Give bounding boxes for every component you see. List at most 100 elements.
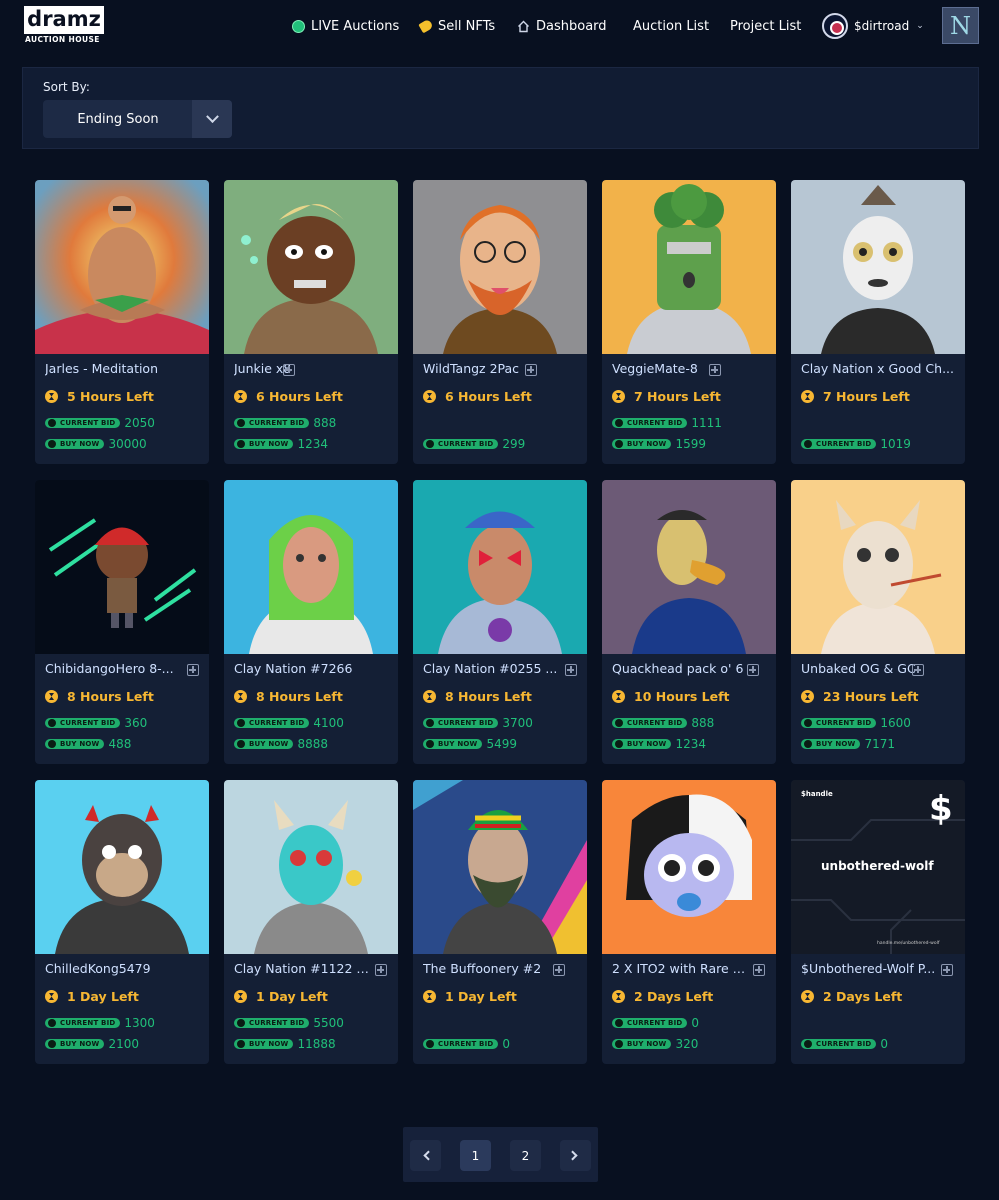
time-left: 23 Hours Left bbox=[801, 689, 919, 704]
page-2-button[interactable]: 2 bbox=[510, 1140, 541, 1171]
wallet-app-button[interactable]: N bbox=[942, 7, 979, 44]
time-left-text: 6 Hours Left bbox=[256, 389, 343, 404]
nav-dashboard[interactable]: Dashboard bbox=[517, 16, 607, 36]
card-title[interactable]: VeggieMate-8 bbox=[612, 361, 752, 376]
auction-card[interactable]: $handle $ unbothered-wolf handle.me/unbothe… bbox=[791, 780, 965, 1064]
prev-page-button[interactable] bbox=[410, 1140, 441, 1171]
buy-now-badge[interactable]: BUY NOW bbox=[423, 739, 483, 749]
card-title[interactable]: ChibidangoHero 8-... bbox=[45, 661, 185, 676]
buy-now-row[interactable]: BUY NOW 30000 bbox=[45, 437, 147, 451]
auction-card[interactable]: Quackhead pack o' 6 10 Hours Left CURRENT … bbox=[602, 480, 776, 764]
user-menu[interactable]: $dirtroad ⌄ bbox=[822, 12, 924, 40]
buy-now-row[interactable]: BUY NOW 1234 bbox=[612, 737, 706, 751]
auction-card[interactable]: ChilledKong5479 1 Day Left CURRENT BID 1300… bbox=[35, 780, 209, 1064]
auction-card[interactable]: Jarles - Meditation 5 Hours Left CURRENT B… bbox=[35, 180, 209, 464]
dramz-logo[interactable]: dramz AUCTION HOUSE bbox=[24, 6, 106, 46]
dropdown-caret[interactable] bbox=[192, 100, 232, 138]
live-dot-icon bbox=[292, 19, 305, 33]
current-bid-value: 0 bbox=[502, 1037, 511, 1051]
page-1-button[interactable]: 1 bbox=[460, 1140, 491, 1171]
nft-artwork[interactable] bbox=[35, 180, 209, 354]
buy-now-row[interactable]: BUY NOW 488 bbox=[45, 737, 131, 751]
nft-artwork[interactable]: $handle $ unbothered-wolf handle.me/unbothe… bbox=[791, 780, 965, 954]
auction-card[interactable]: VeggieMate-8 7 Hours Left CURRENT BID 1111 B… bbox=[602, 180, 776, 464]
buy-now-row[interactable]: BUY NOW 7171 bbox=[801, 737, 895, 751]
buy-now-badge[interactable]: BUY NOW bbox=[234, 739, 294, 749]
buy-now-badge[interactable]: BUY NOW bbox=[45, 1039, 105, 1049]
nav-auction-list[interactable]: Auction List bbox=[633, 16, 709, 36]
nav-project-list[interactable]: Project List bbox=[730, 16, 801, 36]
buy-now-badge[interactable]: BUY NOW bbox=[612, 739, 672, 749]
card-title[interactable]: 2 X ITO2 with Rare at... bbox=[612, 961, 752, 976]
sort-dropdown[interactable]: Ending Soon bbox=[43, 100, 232, 138]
nft-artwork[interactable] bbox=[413, 780, 587, 954]
nav-sell-label: Sell NFTs bbox=[438, 18, 496, 34]
nft-artwork[interactable] bbox=[602, 180, 776, 354]
nft-artwork[interactable] bbox=[35, 480, 209, 654]
card-title[interactable]: Clay Nation #7266 bbox=[234, 661, 392, 676]
nav-live-auctions[interactable]: LIVE Auctions bbox=[292, 16, 399, 36]
buy-now-badge[interactable]: BUY NOW bbox=[45, 439, 105, 449]
buy-now-row[interactable]: BUY NOW 2100 bbox=[45, 1037, 139, 1051]
user-handle: $dirtroad bbox=[854, 19, 910, 33]
nft-artwork[interactable] bbox=[224, 780, 398, 954]
buy-now-badge[interactable]: BUY NOW bbox=[612, 439, 672, 449]
hourglass-icon bbox=[801, 390, 814, 403]
card-title[interactable]: Clay Nation #1122 + ... bbox=[234, 961, 374, 976]
auction-card[interactable]: The Buffoonery #2 1 Day Left CURRENT BID 0 bbox=[413, 780, 587, 1064]
auction-card[interactable]: Clay Nation #7266 8 Hours Left CURRENT BID… bbox=[224, 480, 398, 764]
auction-card[interactable]: Unbaked OG & GC 23 Hours Left CURRENT BID 1… bbox=[791, 480, 965, 764]
auction-card[interactable]: 2 X ITO2 with Rare at... 2 Days Left CURRE… bbox=[602, 780, 776, 1064]
auction-card[interactable]: Junkie x8 6 Hours Left CURRENT BID 888 BUY N… bbox=[224, 180, 398, 464]
card-title[interactable]: The Buffoonery #2 bbox=[423, 961, 563, 976]
card-title[interactable]: Clay Nation x Good Ch... bbox=[801, 361, 959, 376]
current-bid-row: CURRENT BID 0 bbox=[801, 1037, 888, 1051]
logo-subtitle: AUCTION HOUSE bbox=[25, 35, 100, 44]
current-bid-badge: CURRENT BID bbox=[45, 1018, 121, 1028]
buy-now-row[interactable]: BUY NOW 8888 bbox=[234, 737, 328, 751]
auction-card[interactable]: Clay Nation #1122 + ... 1 Day Left CURRENT… bbox=[224, 780, 398, 1064]
buy-now-value: 7171 bbox=[864, 737, 896, 751]
buy-now-badge[interactable]: BUY NOW bbox=[45, 739, 105, 749]
time-left: 1 Day Left bbox=[45, 989, 139, 1004]
time-left-text: 7 Hours Left bbox=[634, 389, 721, 404]
current-bid-badge: CURRENT BID bbox=[423, 718, 499, 728]
nft-artwork[interactable] bbox=[413, 480, 587, 654]
next-page-button[interactable] bbox=[560, 1140, 591, 1171]
nft-artwork[interactable] bbox=[413, 180, 587, 354]
buy-now-badge[interactable]: BUY NOW bbox=[801, 739, 861, 749]
bundle-icon bbox=[375, 964, 387, 976]
card-title[interactable]: WildTangz 2Pac bbox=[423, 361, 563, 376]
card-title[interactable]: Quackhead pack o' 6 bbox=[612, 661, 752, 676]
buy-now-row[interactable]: BUY NOW 1234 bbox=[234, 437, 328, 451]
auction-card[interactable]: ChibidangoHero 8-... 8 Hours Left CURRENT … bbox=[35, 480, 209, 764]
buy-now-row[interactable]: BUY NOW 1599 bbox=[612, 437, 706, 451]
auction-card[interactable]: WildTangz 2Pac 6 Hours Left CURRENT BID 299 bbox=[413, 180, 587, 464]
time-left-text: 8 Hours Left bbox=[445, 689, 532, 704]
card-title[interactable]: Clay Nation #0255 ... bbox=[423, 661, 563, 676]
auction-card[interactable]: Clay Nation #0255 ... 8 Hours Left CURRENT… bbox=[413, 480, 587, 764]
nft-artwork[interactable] bbox=[791, 180, 965, 354]
sort-label: Sort By: bbox=[43, 80, 90, 94]
nft-artwork[interactable] bbox=[224, 180, 398, 354]
buy-now-badge[interactable]: BUY NOW bbox=[612, 1039, 672, 1049]
nft-artwork[interactable] bbox=[791, 480, 965, 654]
buy-now-row[interactable]: BUY NOW 320 bbox=[612, 1037, 698, 1051]
nft-artwork[interactable] bbox=[35, 780, 209, 954]
buy-now-badge[interactable]: BUY NOW bbox=[234, 1039, 294, 1049]
hourglass-icon bbox=[45, 390, 58, 403]
buy-now-row[interactable]: BUY NOW 5499 bbox=[423, 737, 517, 751]
card-title[interactable]: $Unbothered-Wolf P... bbox=[801, 961, 941, 976]
nav-sell-nfts[interactable]: Sell NFTs bbox=[418, 16, 496, 36]
nft-artwork[interactable] bbox=[602, 480, 776, 654]
card-title[interactable]: ChilledKong5479 bbox=[45, 961, 203, 976]
card-title[interactable]: Jarles - Meditation bbox=[45, 361, 203, 376]
logo-wordmark: dramz bbox=[24, 6, 104, 34]
buy-now-badge[interactable]: BUY NOW bbox=[234, 439, 294, 449]
auction-card[interactable]: Clay Nation x Good Ch... 7 Hours Left CURR… bbox=[791, 180, 965, 464]
card-title[interactable]: Junkie x8 bbox=[234, 361, 374, 376]
current-bid-row: CURRENT BID 1019 bbox=[801, 437, 911, 451]
nft-artwork[interactable] bbox=[224, 480, 398, 654]
buy-now-row[interactable]: BUY NOW 11888 bbox=[234, 1037, 336, 1051]
nft-artwork[interactable] bbox=[602, 780, 776, 954]
